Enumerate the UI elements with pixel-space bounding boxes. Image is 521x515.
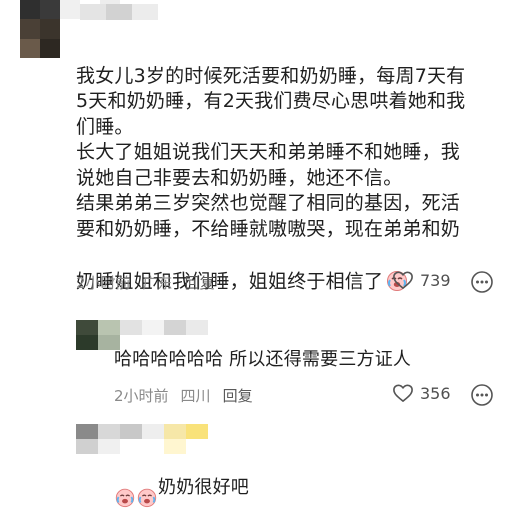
crying-laughing-emoji bbox=[114, 460, 136, 515]
reply-button[interactable]: 回复 bbox=[185, 272, 215, 293]
heart-outline-icon[interactable] bbox=[392, 270, 414, 290]
avatar-mosaic[interactable] bbox=[76, 424, 208, 454]
avatar-mosaic[interactable] bbox=[76, 320, 208, 350]
comment-3-text: 奶奶很好吧 bbox=[114, 460, 249, 515]
more-dots-icon[interactable] bbox=[470, 270, 494, 294]
like-group-1: 739 bbox=[392, 270, 451, 290]
more-dots-icon[interactable] bbox=[470, 383, 494, 407]
timestamp: 2小时前 bbox=[114, 387, 169, 405]
comment-2-text: 哈哈哈哈哈哈 所以还得需要三方证人 bbox=[114, 349, 412, 370]
reply-button[interactable]: 回复 bbox=[223, 385, 253, 406]
location: 广东 bbox=[142, 274, 173, 292]
comment-1-meta: 2小时前 广东 回复 bbox=[76, 272, 215, 293]
like-count: 739 bbox=[420, 270, 451, 290]
like-count: 356 bbox=[420, 383, 451, 403]
crying-laughing-emoji bbox=[136, 460, 158, 515]
heart-outline-icon[interactable] bbox=[392, 383, 414, 403]
comment-2-meta: 2小时前 四川 回复 bbox=[114, 385, 253, 406]
timestamp: 2小时前 bbox=[76, 274, 131, 292]
comment-3-body: 奶奶很好吧 bbox=[158, 476, 249, 498]
username-mosaic[interactable] bbox=[80, 4, 158, 20]
like-group-2: 356 bbox=[392, 383, 451, 403]
comment-1-text: 我女儿3岁的时候死活要和奶奶睡，每周7天有 5天和奶奶睡，有2天我们费尽心思哄着… bbox=[76, 38, 516, 299]
location: 四川 bbox=[180, 387, 211, 405]
